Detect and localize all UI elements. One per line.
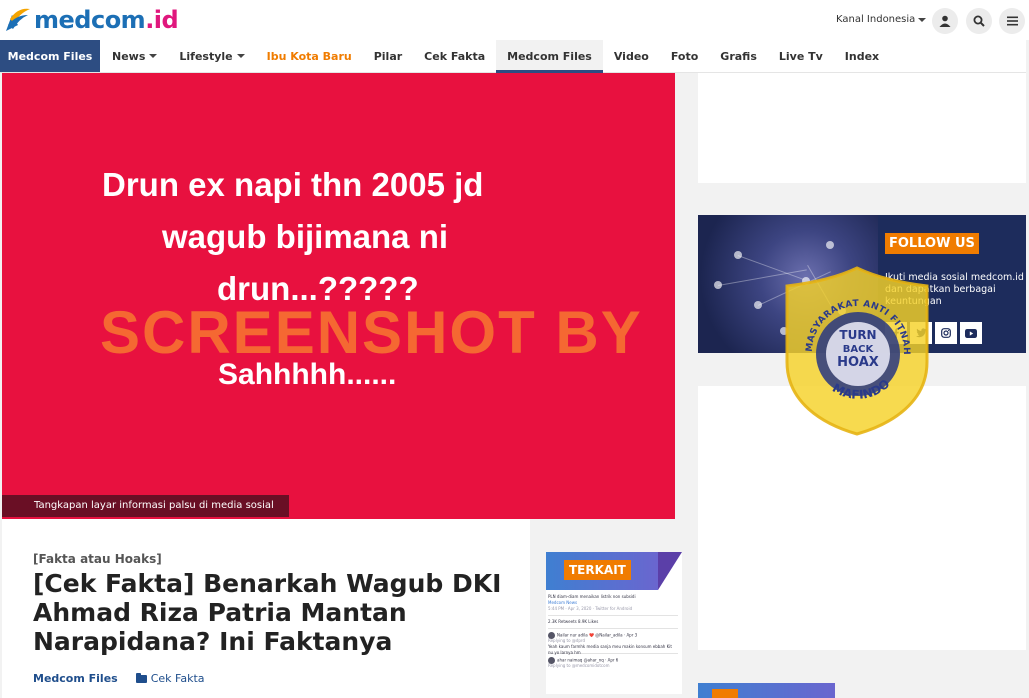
nav-items: News Lifestyle Ibu Kota Baru Pilar Cek Fakta… [101, 40, 890, 73]
user-icon [939, 15, 951, 27]
reply1-text: Yeah kaum farmhk media sanja meu makin k… [548, 644, 672, 655]
hero-image: Drun ex napi thn 2005 jd wagub bijimana … [2, 73, 675, 519]
related-label: TERKAIT [564, 560, 631, 580]
article-section-link[interactable]: Cek Fakta [135, 672, 205, 685]
nav-item-live-tv[interactable]: Live Tv [768, 40, 834, 72]
nav-item-index[interactable]: Index [834, 40, 890, 72]
nav-item-label: Foto [670, 49, 699, 63]
hero-line-2: wagub bijimana ni [162, 218, 449, 255]
article-title: [Cek Fakta] Benarkah Wagub DKI Ahmad Riz… [33, 569, 502, 656]
nav-item-label: Lifestyle [179, 49, 233, 63]
badge-center-1: TURN [839, 328, 876, 342]
nav-item-news[interactable]: News [101, 40, 168, 72]
nav-item-label: Grafis [720, 49, 757, 63]
nav-item-pilar[interactable]: Pilar [363, 40, 413, 72]
search-icon [973, 15, 985, 27]
nav-item-label: Video [613, 49, 649, 63]
reply2-user: ahar naimaq @ahar_nq · Apr 6 [557, 657, 619, 663]
youtube-icon [965, 328, 977, 338]
article-section-label: Cek Fakta [150, 672, 205, 685]
mafindo-badge: MASYARAKAT ANTI FITNAH INDONESIA MAFINDO… [782, 262, 929, 436]
article-category[interactable]: [Fakta atau Hoaks] [33, 552, 162, 566]
related-widget[interactable]: TERKAIT PLN diam-diam menaikan listrik n… [546, 552, 682, 694]
instagram-icon [941, 328, 951, 338]
hero-line-1: Drun ex napi thn 2005 jd [102, 166, 484, 203]
chevron-down-icon [149, 54, 158, 58]
reply2-to: Replying to @medcomidotcom [548, 663, 610, 668]
nav-item-label: News [112, 49, 146, 63]
nav-item-label: Medcom Files [507, 49, 592, 63]
menu-button[interactable] [999, 8, 1025, 34]
logo-mark-icon [6, 8, 30, 31]
nav-item-ibu-kota-baru[interactable]: Ibu Kota Baru [256, 40, 363, 72]
nav-item-grafis[interactable]: Grafis [709, 40, 768, 72]
chevron-down-icon [918, 17, 927, 22]
nav-item-video[interactable]: Video [603, 40, 660, 72]
nav-item-label: Pilar [373, 49, 403, 63]
article-header: [Fakta atau Hoaks] [Cek Fakta] Benarkah … [2, 519, 530, 698]
menu-icon [1006, 16, 1018, 26]
nav-item-foto[interactable]: Foto [660, 40, 709, 72]
kanal-label: Kanal Indonesia [836, 14, 916, 25]
user-button[interactable] [932, 8, 958, 34]
logo-text: medcom.id [34, 6, 179, 34]
image-caption: Tangkapan layar informasi palsu di media… [2, 495, 289, 517]
nav-item-label: Ibu Kota Baru [266, 49, 352, 63]
badge-center-3: HOAX [837, 355, 879, 370]
search-button[interactable] [966, 8, 992, 34]
nav-item-label: Live Tv [778, 49, 823, 63]
nav-item-lifestyle[interactable]: Lifestyle [168, 40, 255, 72]
related-header: TERKAIT [546, 552, 682, 590]
nav-item-label: Cek Fakta [424, 49, 486, 63]
nav-item-cek-fakta[interactable]: Cek Fakta [413, 40, 496, 72]
youtube-button[interactable] [960, 322, 982, 344]
nav-brand-medcom-files[interactable]: Medcom Files [0, 40, 100, 72]
tweet-stats: 2.3K Retweets 8.9K Likes [548, 619, 599, 624]
promo-banner-bottom[interactable] [698, 683, 835, 698]
kanal-dropdown[interactable]: Kanal Indonesia [836, 14, 927, 25]
folder-icon [135, 672, 147, 683]
article-meta: Medcom Files Cek Fakta [33, 672, 205, 685]
instagram-button[interactable] [935, 322, 957, 344]
reply1-user: Nailar nur adila ❤️ @Nailar_adila · Apr … [557, 632, 638, 638]
screenshot-watermark: SCREENSHOT BY [100, 299, 643, 366]
badge-center-2: BACK [843, 344, 875, 355]
nav-item-medcom-files[interactable]: Medcom Files [496, 40, 603, 73]
article-author[interactable]: Medcom Files [33, 672, 118, 685]
ad-slot-top [698, 73, 1026, 183]
follow-us-label: FOLLOW US [885, 233, 979, 254]
nav-item-label: Index [844, 49, 880, 63]
top-header: medcom.id Kanal Indonesia [0, 0, 1029, 40]
site-logo[interactable]: medcom.id [4, 6, 179, 34]
main-nav: Medcom Files News Lifestyle Ibu Kota Baru P… [0, 40, 1026, 73]
tweet-time: 5:44 PM · Apr 3, 2020 · Twitter for Andr… [548, 606, 633, 611]
chevron-down-icon [236, 54, 245, 58]
related-tweet-thumbnail: PLN diam-diam menaikan listrik non subsi… [548, 594, 678, 669]
